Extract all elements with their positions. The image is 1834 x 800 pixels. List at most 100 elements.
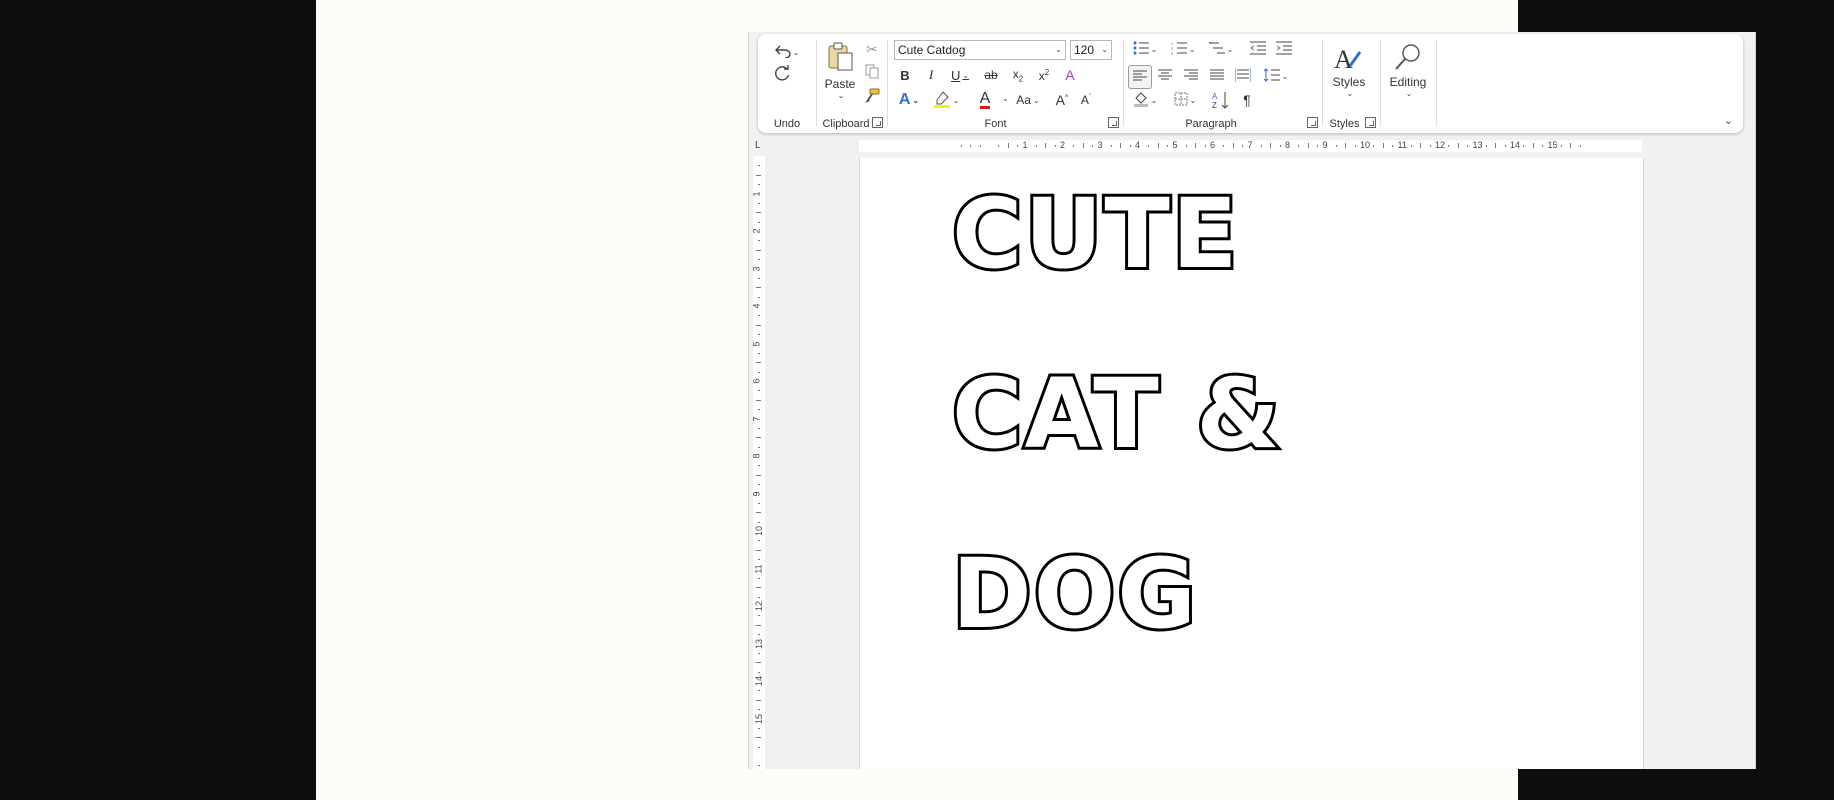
highlight-color-button[interactable]: ⌄ (930, 90, 962, 110)
align-right-button[interactable] (1180, 66, 1202, 86)
collapse-ribbon-icon[interactable]: ⌄ (1724, 114, 1733, 127)
chevron-down-icon: ⌄ (912, 95, 920, 105)
ruler-number: 14 (1510, 140, 1521, 150)
numbering-button[interactable]: 1 2 3 ⌄ (1166, 40, 1200, 58)
styles-launcher-icon[interactable] (1365, 117, 1376, 128)
format-painter-button[interactable] (863, 88, 881, 106)
grow-font-button[interactable]: A^ (1052, 90, 1072, 110)
ruler-tick (758, 446, 760, 448)
text-effects-button[interactable]: A ⌄ (894, 90, 924, 110)
ruler-tick (758, 427, 760, 429)
editing-group: Editing ⌄ (1381, 34, 1435, 133)
distributed-icon (1234, 67, 1252, 85)
font-color-icon: A (979, 90, 991, 109)
distributed-button[interactable] (1232, 66, 1254, 86)
paste-button[interactable]: Paste ⌄ (821, 40, 859, 102)
ruler-tick (756, 474, 761, 476)
bullet-list-icon (1133, 41, 1149, 58)
ruler-number: 6 (1210, 140, 1216, 150)
borders-button[interactable]: ⌄ (1168, 90, 1202, 110)
styles-group: A Styles ⌄ Styles (1323, 34, 1380, 133)
decrease-indent-button[interactable] (1248, 40, 1268, 58)
clipboard-group-label: Clipboard (822, 118, 870, 130)
ruler-tick (758, 690, 760, 692)
ruler-tick (1120, 143, 1122, 148)
undo-button[interactable]: ⌄ (772, 42, 802, 62)
copy-button[interactable] (863, 64, 881, 82)
ruler-tick (1242, 145, 1244, 147)
styles-group-label: Styles (1329, 118, 1360, 130)
font-launcher-icon[interactable] (1108, 117, 1119, 128)
paragraph-launcher-icon[interactable] (1307, 117, 1318, 128)
document-line-1[interactable]: CUTE (949, 183, 1240, 285)
ruler-tick (1570, 143, 1572, 148)
align-left-button[interactable] (1128, 65, 1152, 89)
ruler-tick (758, 559, 760, 561)
ruler-number: 1 (751, 190, 762, 197)
redo-button[interactable] (770, 64, 794, 86)
clear-formatting-button[interactable]: A (1060, 66, 1080, 84)
clipboard-launcher-icon[interactable] (872, 117, 883, 128)
document-line-2[interactable]: CAT & (949, 363, 1283, 465)
font-name-combo[interactable]: Cute Catdog ⌄ (894, 40, 1066, 60)
document-line-text: CAT & (949, 358, 1283, 470)
ruler-tick (1129, 145, 1131, 147)
shrink-font-button[interactable]: Aˇ (1076, 90, 1096, 110)
ruler-number: 4 (1135, 140, 1141, 150)
ruler-tick (756, 512, 761, 514)
underline-button[interactable]: U ⌄ (946, 66, 974, 84)
document-line-text: DOG (949, 538, 1199, 650)
font-color-button[interactable]: A (970, 90, 1000, 110)
ruler-tick (1054, 145, 1056, 147)
vertical-scrollbar[interactable] (1751, 32, 1755, 769)
strikethrough-button[interactable]: ab (980, 66, 1002, 84)
line-spacing-button[interactable]: ⌄ (1260, 66, 1292, 86)
editing-label: Editing (1389, 75, 1427, 89)
svg-text:Z: Z (1212, 101, 1217, 109)
italic-button[interactable]: I (922, 66, 940, 84)
ruler-number: 4 (751, 303, 762, 309)
tab-selector-icon[interactable]: L (755, 140, 761, 151)
ruler-tick (758, 671, 760, 673)
subscript-button[interactable]: x2 (1008, 66, 1028, 84)
bullets-button[interactable]: ⌄ (1128, 40, 1162, 58)
change-case-button[interactable]: Aa ⌄ (1012, 90, 1044, 110)
multilevel-list-button[interactable]: ⌄ (1204, 40, 1238, 58)
show-formatting-button[interactable]: ¶ (1236, 90, 1258, 110)
undo-dropdown-icon[interactable]: ⌄ (793, 48, 800, 57)
ruler-tick (758, 652, 760, 654)
ruler-number: 5 (751, 340, 762, 347)
ruler-tick (1392, 145, 1394, 147)
vertical-ruler[interactable]: 1 2 3 4 5 6 7 8 9 10 11 12 13 14 15 (749, 156, 769, 769)
ruler-tick (756, 662, 761, 664)
superscript-button[interactable]: x2 (1034, 66, 1054, 84)
document-page[interactable]: CUTE CAT & DOG (859, 158, 1644, 769)
cut-button[interactable]: ✂ (863, 40, 881, 58)
chevron-down-icon[interactable]: ⌄ (1002, 94, 1009, 103)
paste-dropdown-icon[interactable]: ⌄ (838, 91, 845, 100)
font-size-combo[interactable]: 120 ⌄ (1070, 40, 1112, 60)
ruler-number: 8 (1285, 140, 1291, 150)
editing-button[interactable]: Editing ⌄ (1385, 38, 1431, 102)
shading-button[interactable]: ⌄ (1128, 90, 1162, 110)
document-line-3[interactable]: DOG (949, 543, 1199, 645)
bold-button[interactable]: B (896, 66, 914, 84)
chevron-down-icon: ⌄ (1150, 44, 1158, 54)
chevron-down-icon: ⌄ (1188, 44, 1196, 54)
shrink-font-icon: Aˇ (1080, 93, 1092, 107)
ruler-tick (756, 624, 761, 626)
align-center-button[interactable] (1154, 66, 1176, 86)
sort-button[interactable]: AZ (1210, 90, 1232, 112)
ruler-tick (1148, 145, 1150, 147)
ruler-tick (756, 249, 761, 251)
ruler-tick (758, 577, 760, 579)
horizontal-ruler[interactable]: L 1 2 3 4 5 6 7 8 9 10 11 12 13 14 15 (749, 136, 1755, 156)
ruler-tick (1232, 143, 1234, 148)
ruler-tick (1542, 145, 1544, 147)
ruler-tick (1485, 145, 1487, 147)
justify-button[interactable] (1206, 66, 1228, 86)
styles-gallery-button[interactable]: A Styles ⌄ (1329, 40, 1369, 102)
increase-indent-button[interactable] (1274, 40, 1294, 58)
ruler-tick (756, 737, 761, 739)
ruler-tick (758, 634, 760, 636)
